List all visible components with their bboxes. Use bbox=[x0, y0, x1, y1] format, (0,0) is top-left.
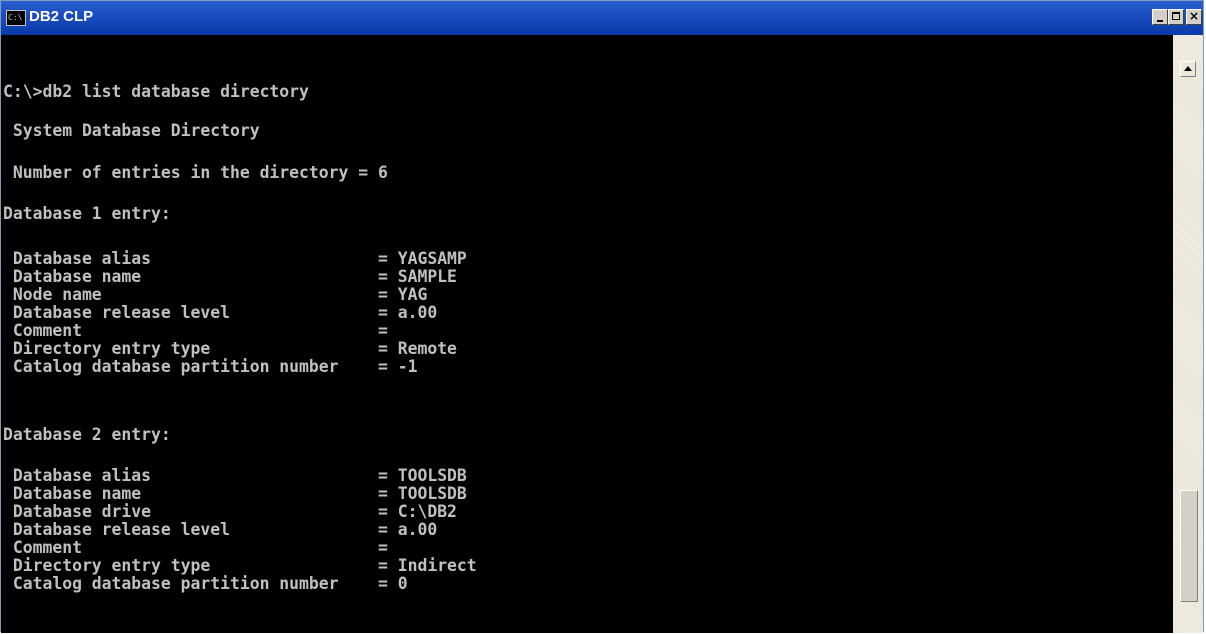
scroll-up-button[interactable] bbox=[1180, 61, 1196, 77]
console-line: Database 1 entry: bbox=[3, 204, 171, 223]
up-arrow-icon bbox=[1184, 66, 1192, 71]
title-bar[interactable]: C:\ DB2 CLP × bbox=[1, 1, 1203, 35]
minimize-icon bbox=[1157, 20, 1163, 22]
console-output[interactable]: C:\>db2 list database directory System D… bbox=[1, 35, 1173, 633]
window-title: DB2 CLP bbox=[29, 8, 94, 25]
maximize-icon bbox=[1172, 12, 1180, 20]
vertical-scrollbar[interactable] bbox=[1173, 35, 1203, 633]
maximize-button[interactable] bbox=[1168, 9, 1184, 25]
console-line: Catalog database partition number = 0 bbox=[3, 574, 408, 593]
console-line: C:\>db2 list database directory bbox=[3, 82, 309, 101]
console-line: System Database Directory bbox=[3, 121, 260, 140]
minimize-button[interactable] bbox=[1152, 9, 1168, 25]
console-window: C:\ DB2 CLP × C:\>db2 list database dire… bbox=[0, 0, 1204, 633]
console-line: Database 2 entry: bbox=[3, 425, 171, 444]
close-button[interactable]: × bbox=[1186, 9, 1202, 25]
console-line: Catalog database partition number = -1 bbox=[3, 357, 418, 376]
scrollbar-thumb[interactable] bbox=[1180, 490, 1198, 602]
console-line: Number of entries in the directory = 6 bbox=[3, 163, 388, 182]
close-icon: × bbox=[1188, 9, 1200, 23]
console-icon[interactable]: C:\ bbox=[6, 10, 26, 26]
